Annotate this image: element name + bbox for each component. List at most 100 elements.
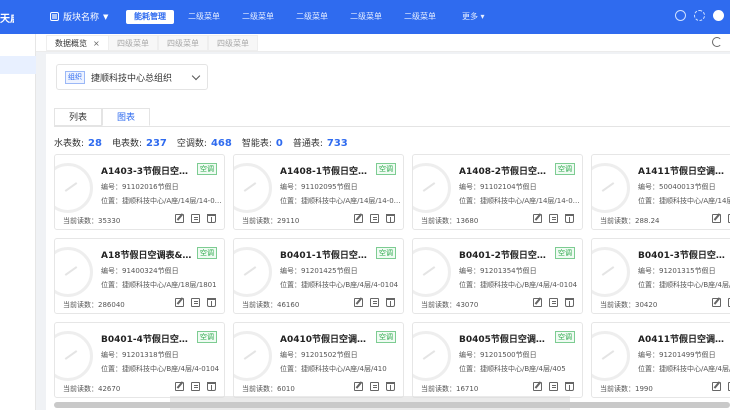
- chevron-down-icon: [191, 71, 201, 80]
- meter-card[interactable]: A1403-3节假日空调... 空调 编号：91102016节假日 位置：捷顺科技中心…: [54, 154, 225, 230]
- left-sidebar: [0, 34, 36, 410]
- meter-card[interactable]: A1411节假日空调表&_...空调编号：50040013节假日位置：捷顺科技中…: [591, 154, 730, 230]
- detail-icon[interactable]: [370, 382, 379, 391]
- meter-code: 编号：91400324节假日: [101, 267, 179, 275]
- detail-icon[interactable]: [549, 382, 558, 391]
- delete-icon[interactable]: [565, 214, 574, 223]
- card-actions: [712, 298, 730, 307]
- horizontal-scrollbar[interactable]: [54, 402, 730, 408]
- detail-icon[interactable]: [549, 214, 558, 223]
- meter-title: B0401-1节假日空调...: [280, 251, 372, 261]
- edit-icon[interactable]: [712, 298, 721, 307]
- notification-icon[interactable]: [675, 10, 686, 21]
- module-icon: [50, 12, 59, 21]
- detail-icon[interactable]: [370, 298, 379, 307]
- meter-card[interactable]: A0410节假日空调表... 空调 编号：91201502节假日 位置：捷顺科技中心/…: [233, 322, 404, 398]
- edit-icon[interactable]: [712, 382, 721, 391]
- meter-code: 编号：91201315节假日: [638, 267, 716, 275]
- meter-code: 编号：91102104节假日: [459, 183, 537, 191]
- gauge-icon: [413, 247, 451, 297]
- gauge-icon: [55, 331, 93, 381]
- meter-card[interactable]: A1408-2节假日空调... 空调 编号：91102104节假日 位置：捷顺科技中心…: [412, 154, 583, 230]
- tab-data-overview[interactable]: 数据概览 ×: [46, 35, 109, 51]
- close-icon[interactable]: ×: [93, 39, 100, 48]
- edit-icon[interactable]: [712, 214, 721, 223]
- detail-icon[interactable]: [191, 214, 200, 223]
- card-actions: [175, 298, 216, 307]
- detail-icon[interactable]: [191, 298, 200, 307]
- app-logo: 天启: [0, 13, 14, 25]
- menu-secondary-1[interactable]: 二级菜单: [180, 10, 228, 24]
- module-switcher[interactable]: 版块名称 ▼: [50, 10, 108, 23]
- edit-icon[interactable]: [354, 382, 363, 391]
- detail-icon[interactable]: [549, 298, 558, 307]
- detail-icon[interactable]: [191, 382, 200, 391]
- menu-secondary-4[interactable]: 二级菜单: [342, 10, 390, 24]
- tab-chart-view[interactable]: 图表: [102, 108, 151, 126]
- delete-icon[interactable]: [207, 214, 216, 223]
- menu-secondary-5[interactable]: 二级菜单: [396, 10, 444, 24]
- card-actions: [175, 382, 216, 391]
- meter-location: 位置：捷顺科技中心/B座/4层/4-...: [638, 281, 730, 289]
- meter-card[interactable]: B0401-1节假日空调... 空调 编号：91201425节假日 位置：捷顺科技中心…: [233, 238, 404, 314]
- top-navigation-bar: 天启 版块名称 ▼ 能耗管理 二级菜单 二级菜单 二级菜单 二级菜单 二级菜单 …: [0, 0, 730, 34]
- meter-title: A1408-1节假日空调表...: [280, 167, 372, 177]
- delete-icon[interactable]: [386, 382, 395, 391]
- meter-card[interactable]: A18节假日空调表&_91... 空调编号：91400324节假日位置：捷顺科技中…: [54, 238, 225, 314]
- meter-type-tag: 空调: [376, 247, 396, 259]
- stat-smart: 智能表: 0: [242, 136, 283, 149]
- avatar[interactable]: [713, 10, 724, 21]
- meter-card[interactable]: B0401-3节假日空调...空调编号：91201315节假日位置：捷顺科技中心…: [591, 238, 730, 314]
- chevron-down-icon: ▼: [103, 12, 109, 21]
- card-actions: [712, 382, 730, 391]
- meter-reading: 当前读数：43070: [421, 301, 479, 309]
- delete-icon[interactable]: [565, 298, 574, 307]
- menu-secondary-2[interactable]: 二级菜单: [234, 10, 282, 24]
- org-select[interactable]: 组织 捷顺科技中心总组织: [56, 64, 208, 90]
- tab-level4-1[interactable]: 四级菜单: [108, 35, 158, 51]
- meter-card[interactable]: A1408-1节假日空调表... 空调编号：91102095节假日位置：捷顺科技中…: [233, 154, 404, 230]
- stat-label: 水表数:: [54, 139, 85, 149]
- meter-code: 编号：91102095节假日: [280, 183, 358, 191]
- delete-icon[interactable]: [565, 382, 574, 391]
- meter-location: 位置：捷顺科技中心/A座/14层/14-...: [638, 197, 730, 205]
- edit-icon[interactable]: [533, 298, 542, 307]
- meter-location: 位置：捷顺科技中心/A座/4层/410: [280, 365, 387, 373]
- menu-secondary-3[interactable]: 二级菜单: [288, 10, 336, 24]
- refresh-icon[interactable]: [712, 37, 722, 47]
- edit-icon[interactable]: [354, 298, 363, 307]
- gauge-icon: [234, 331, 272, 381]
- top-menu: 能耗管理 二级菜单 二级菜单 二级菜单 二级菜单 二级菜单 更多 ▾: [126, 10, 499, 24]
- meter-card[interactable]: B0401-4节假日空调... 空调 编号：91201318节假日 位置：捷顺科技中心…: [54, 322, 225, 398]
- gauge-icon: [592, 163, 630, 213]
- edit-icon[interactable]: [175, 214, 184, 223]
- meter-card[interactable]: A0411节假日空调表...空调编号：91201499节假日位置：捷顺科技中心/…: [591, 322, 730, 398]
- meter-title: B0401-4节假日空调...: [101, 335, 193, 345]
- meter-card[interactable]: B0401-2节假日空调... 空调 编号：91201354节假日 位置：捷顺科技中心…: [412, 238, 583, 314]
- meter-title: A1408-2节假日空调...: [459, 167, 551, 177]
- meter-type-tag: 空调: [555, 163, 575, 175]
- meter-location: 位置：捷顺科技中心/B座/4层/4-0104: [101, 365, 220, 373]
- tab-level4-2[interactable]: 四级菜单: [158, 35, 208, 51]
- edit-icon[interactable]: [175, 298, 184, 307]
- edit-icon[interactable]: [354, 214, 363, 223]
- main-content: 组织 捷顺科技中心总组织 列表 图表 水表数: 28 电表数: 237 空调数: 46…: [46, 54, 730, 410]
- tab-level4-3[interactable]: 四级菜单: [208, 35, 258, 51]
- meter-location: 位置：捷顺科技中心/A座/4层/4...: [638, 365, 730, 373]
- delete-icon[interactable]: [386, 214, 395, 223]
- tab-list-view[interactable]: 列表: [54, 108, 103, 126]
- edit-icon[interactable]: [175, 382, 184, 391]
- stat-label: 空调数:: [176, 139, 207, 149]
- settings-icon[interactable]: [694, 10, 705, 21]
- detail-icon[interactable]: [370, 214, 379, 223]
- edit-icon[interactable]: [533, 214, 542, 223]
- delete-icon[interactable]: [207, 382, 216, 391]
- sidebar-selected-item[interactable]: [0, 56, 36, 74]
- delete-icon[interactable]: [386, 298, 395, 307]
- meter-location: 位置：捷顺科技中心/A座/14层/14-08...: [280, 197, 402, 205]
- delete-icon[interactable]: [207, 298, 216, 307]
- menu-energy-management[interactable]: 能耗管理: [126, 10, 174, 24]
- edit-icon[interactable]: [533, 382, 542, 391]
- meter-card[interactable]: B0405节假日空调表&... 空调编号：91201500节假日位置：捷顺科技中心…: [412, 322, 583, 398]
- menu-more[interactable]: 更多 ▾: [454, 10, 493, 24]
